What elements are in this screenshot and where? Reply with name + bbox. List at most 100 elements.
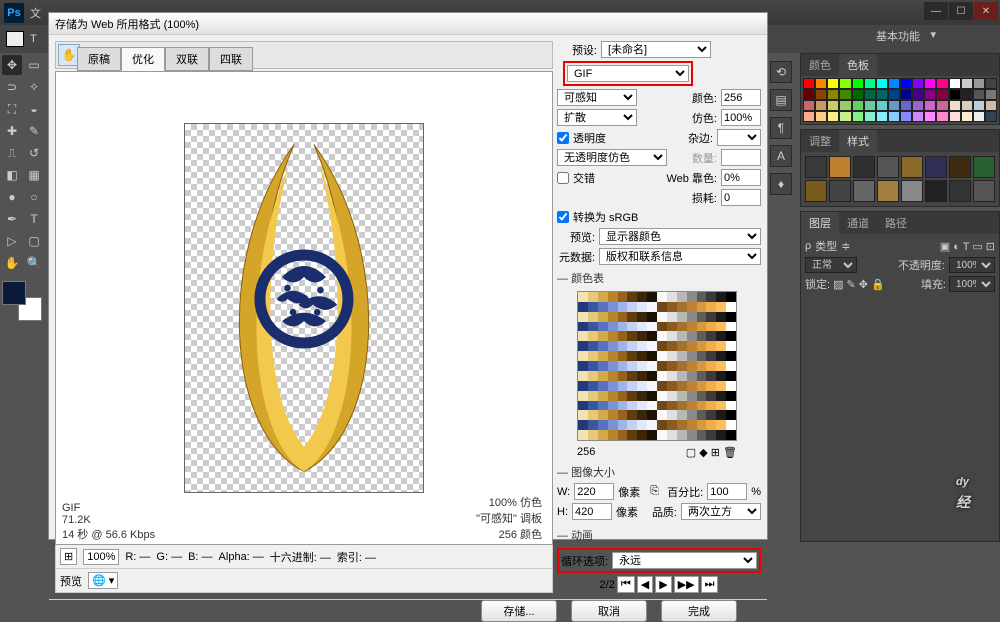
transparency-checkbox[interactable] bbox=[557, 132, 569, 144]
tab-optimized[interactable]: 优化 bbox=[121, 47, 165, 71]
info-panel-icon[interactable]: ♦ bbox=[770, 173, 792, 195]
readout-r: R: — bbox=[125, 551, 150, 563]
zoom-value[interactable]: 100% bbox=[83, 549, 119, 565]
lossy-input[interactable] bbox=[721, 189, 761, 206]
anim-last[interactable]: ⏭ bbox=[701, 576, 719, 593]
trans-amount-input bbox=[721, 149, 761, 166]
format-select[interactable]: GIF bbox=[567, 65, 689, 82]
gradient-tool[interactable]: ▦ bbox=[24, 165, 44, 185]
tab-original[interactable]: 原稿 bbox=[77, 47, 121, 71]
reduction-select[interactable]: 可感知 bbox=[557, 89, 637, 106]
app-logo: Ps bbox=[4, 3, 24, 23]
srgb-checkbox[interactable] bbox=[557, 211, 569, 223]
blur-tool[interactable]: ● bbox=[2, 187, 22, 207]
zoom-menu[interactable]: ⊞ bbox=[60, 548, 77, 565]
readout-alpha: Alpha: — bbox=[219, 551, 264, 563]
tab-4up[interactable]: 四联 bbox=[209, 47, 253, 71]
colortable-tools[interactable]: ▢ ◆ ⊞ 🗑 bbox=[686, 446, 737, 459]
save-for-web-dialog: 存储为 Web 所用格式 (100%) ✋ ◫ 🔍 ◒ ▤ 原稿 优化 双联 四… bbox=[48, 12, 768, 540]
swatches-tab[interactable]: 色板 bbox=[839, 54, 877, 76]
toolbox: ✥ ▭ ⊃ ✧ ⛶ ◒ ✚ ✎ ⎍ ↺ ◧ ▦ ● ○ ✒ T ▷ ▢ ✋ 🔍 bbox=[0, 53, 46, 323]
styles-tab[interactable]: 样式 bbox=[839, 130, 877, 152]
paths-tab[interactable]: 路径 bbox=[877, 212, 915, 234]
pen-tool[interactable]: ✒ bbox=[2, 209, 22, 229]
anim-play[interactable]: ▶ bbox=[655, 576, 671, 593]
dither-input[interactable] bbox=[721, 109, 761, 126]
hand-tool[interactable]: ✋ bbox=[2, 253, 22, 273]
readout-hex: 十六进制: — bbox=[270, 549, 331, 565]
properties-panel-icon[interactable]: ▤ bbox=[770, 89, 792, 111]
menu-bar[interactable]: 文 bbox=[30, 5, 41, 21]
heal-tool[interactable]: ✚ bbox=[2, 121, 22, 141]
window-close[interactable]: ✕ bbox=[974, 2, 998, 20]
preview-profile-select[interactable]: 显示器颜色 bbox=[599, 228, 761, 245]
layers-tab[interactable]: 图层 bbox=[801, 212, 839, 234]
tab-2up[interactable]: 双联 bbox=[165, 47, 209, 71]
cancel-button[interactable]: 取消 bbox=[571, 600, 647, 622]
history-panel-icon[interactable]: ⟲ bbox=[770, 61, 792, 83]
readout-g: G: — bbox=[156, 551, 182, 563]
history-brush-tool[interactable]: ↺ bbox=[24, 143, 44, 163]
interlaced-checkbox[interactable] bbox=[557, 172, 569, 184]
layers-panel: 图层 通道 路径 ρ类型≑ ▣ ◐ T ▭ ⊡ 正常 不透明度: 100% 锁定… bbox=[800, 211, 1000, 542]
anim-first[interactable]: ⏮ bbox=[617, 576, 635, 593]
paragraph-panel-icon[interactable]: ¶ bbox=[770, 117, 792, 139]
fill-select[interactable]: 100% bbox=[949, 276, 995, 292]
settings-column: 预设: [未命名] GIF 可感知 颜色: 扩散 仿色: 透明度 杂边: bbox=[557, 41, 761, 593]
readout-index: 索引: — bbox=[337, 549, 376, 565]
marquee-tool[interactable]: ▭ bbox=[24, 55, 44, 75]
preview-stats-left: GIF 71.2K 14 秒 @ 56.6 Kbps bbox=[62, 502, 155, 542]
trans-dither-select[interactable]: 无透明度仿色 bbox=[557, 149, 667, 166]
blend-mode-select[interactable]: 正常 bbox=[805, 257, 857, 273]
swatches-grid[interactable] bbox=[801, 76, 999, 124]
workspace-switcher[interactable]: 基本功能 bbox=[870, 26, 940, 46]
resample-select[interactable]: 两次立方 bbox=[681, 503, 761, 520]
width-input[interactable] bbox=[574, 483, 614, 500]
shape-tool[interactable]: ▢ bbox=[24, 231, 44, 251]
adjust-tab[interactable]: 调整 bbox=[801, 130, 839, 152]
watermark: dy经 bbox=[956, 460, 970, 512]
tool-preset[interactable] bbox=[6, 31, 24, 47]
eraser-tool[interactable]: ◧ bbox=[2, 165, 22, 185]
color-table[interactable] bbox=[577, 291, 737, 441]
color-picker[interactable] bbox=[2, 281, 42, 321]
move-tool[interactable]: ✥ bbox=[2, 55, 22, 75]
crop-tool[interactable]: ⛶ bbox=[2, 99, 22, 119]
channels-tab[interactable]: 通道 bbox=[839, 212, 877, 234]
dodge-tool[interactable]: ○ bbox=[24, 187, 44, 207]
brush-tool[interactable]: ✎ bbox=[24, 121, 44, 141]
loop-select[interactable]: 永远 bbox=[612, 552, 757, 569]
save-button[interactable]: 存储... bbox=[481, 600, 557, 622]
readout-b: B: — bbox=[188, 551, 212, 563]
done-button[interactable]: 完成 bbox=[661, 600, 737, 622]
styles-grid[interactable] bbox=[801, 152, 999, 206]
colors-input[interactable] bbox=[721, 89, 761, 106]
lasso-tool[interactable]: ⊃ bbox=[2, 77, 22, 97]
dither-method-select[interactable]: 扩散 bbox=[557, 109, 637, 126]
stamp-tool[interactable]: ⎍ bbox=[2, 143, 22, 163]
path-tool[interactable]: ▷ bbox=[2, 231, 22, 251]
window-restore[interactable]: ☐ bbox=[949, 2, 973, 20]
character-panel-icon[interactable]: A bbox=[770, 145, 792, 167]
wand-tool[interactable]: ✧ bbox=[24, 77, 44, 97]
window-minimize[interactable]: — bbox=[924, 2, 948, 20]
preview-canvas[interactable]: GIF 71.2K 14 秒 @ 56.6 Kbps 100% 仿色 "可感知"… bbox=[55, 71, 553, 545]
preview-browser[interactable]: 🌐 ▾ bbox=[88, 572, 118, 589]
eyedropper-tool[interactable]: ◒ bbox=[24, 99, 44, 119]
styles-panel: 调整 样式 bbox=[800, 129, 1000, 207]
anim-prev[interactable]: ◀ bbox=[637, 576, 653, 593]
color-tab[interactable]: 颜色 bbox=[801, 54, 839, 76]
zoom-tool[interactable]: 🔍 bbox=[24, 253, 44, 273]
height-input[interactable] bbox=[572, 503, 612, 520]
opacity-select[interactable]: 100% bbox=[949, 257, 995, 273]
websnap-input[interactable] bbox=[721, 169, 761, 186]
metadata-select[interactable]: 版权和联系信息 bbox=[599, 248, 761, 265]
preset-select[interactable]: [未命名] bbox=[601, 41, 711, 58]
anim-next[interactable]: ▶▶ bbox=[674, 576, 699, 593]
dialog-title: 存储为 Web 所用格式 (100%) bbox=[49, 13, 767, 35]
matte-select[interactable] bbox=[717, 129, 761, 146]
percent-input[interactable] bbox=[707, 483, 747, 500]
frame-counter: 2/2 bbox=[600, 579, 615, 591]
text-tool-indicator: T bbox=[30, 33, 37, 45]
text-tool[interactable]: T bbox=[24, 209, 44, 229]
